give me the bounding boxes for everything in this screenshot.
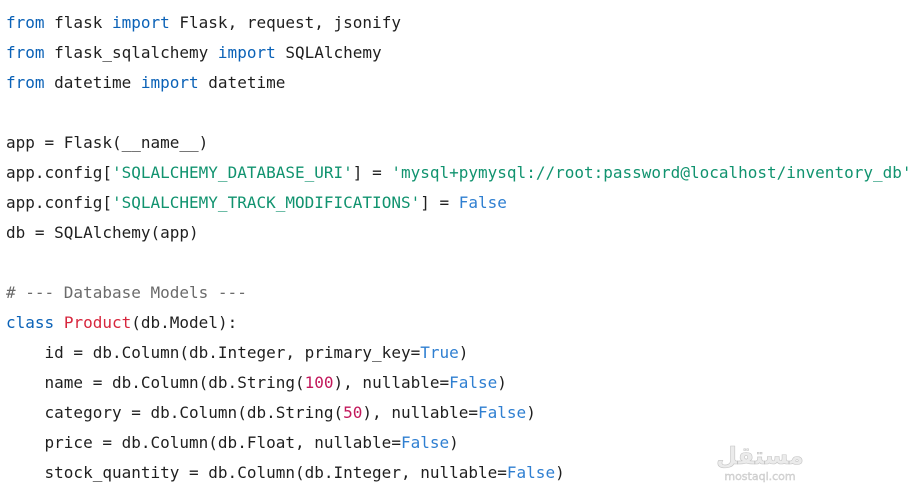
code-line: from flask import Flask, request, jsonif… [6,8,912,38]
code-token-plain: ) [555,463,565,482]
code-token-constant: False [400,433,450,452]
code-line: class Product(db.Model): [6,308,912,338]
code-token-plain: id = db.Column(db.Integer, primary_key= [6,343,421,362]
code-token-keyword: from [6,43,45,62]
code-editor: from flask import Flask, request, jsonif… [0,0,912,496]
code-token-plain: Flask, request, jsonify [169,13,401,32]
code-line: stock_quantity = db.Column(db.Integer, n… [6,458,912,488]
code-token-keyword: from [6,73,45,92]
code-token-number: 50 [343,403,363,422]
code-token-plain: ), nullable= [362,403,479,422]
code-token-keyword: class [6,313,55,332]
code-line: from flask_sqlalchemy import SQLAlchemy [6,38,912,68]
code-token-class: Product [63,313,132,332]
code-line: price = db.Column(db.Float, nullable=Fal… [6,428,912,458]
code-token-plain: (db.Model): [131,313,238,332]
code-line: name = db.Column(db.String(100), nullabl… [6,368,912,398]
code-token-plain: datetime [198,73,286,92]
code-token-keyword: import [111,13,170,32]
code-token-plain: datetime [44,73,141,92]
code-token-plain: app = Flask(__name__) [6,133,209,152]
code-token-plain: app.config[ [6,193,112,212]
code-line: db = SQLAlchemy(app) [6,218,912,248]
code-token-number: 100 [304,373,334,392]
code-token-plain: ), nullable= [333,373,450,392]
code-block: from flask import Flask, request, jsonif… [0,0,912,488]
code-token-keyword: import [140,73,199,92]
code-line: category = db.Column(db.String(50), null… [6,398,912,428]
code-token-plain: category = db.Column(db.String( [6,403,344,422]
code-token-constant: True [420,343,459,362]
code-token-plain: flask [44,13,112,32]
code-token-keyword: from [6,13,45,32]
code-line: id = db.Column(db.Integer, primary_key=T… [6,338,912,368]
code-line: app.config['SQLALCHEMY_TRACK_MODIFICATIO… [6,188,912,218]
code-line: from datetime import datetime [6,68,912,98]
code-token-plain: SQLAlchemy [275,43,382,62]
code-line: # --- Database Models --- [6,278,912,308]
code-token-string: 'mysql+pymysql://root:password@localhost… [391,163,912,182]
code-token-plain: flask_sqlalchemy [44,43,218,62]
code-token-plain: ) [458,343,469,362]
code-token-constant: False [478,403,527,422]
code-line: app.config['SQLALCHEMY_DATABASE_URI'] = … [6,158,912,188]
code-line: app = Flask(__name__) [6,128,912,158]
code-token-string: 'SQLALCHEMY_TRACK_MODIFICATIONS' [111,193,421,212]
code-token-plain: app.config[ [6,163,112,182]
code-token-plain: db = SQLAlchemy(app) [6,223,199,242]
code-token-plain: name = db.Column(db.String( [6,373,305,392]
code-token-constant: False [458,193,507,212]
code-token-constant: False [506,463,556,482]
code-token-string: 'SQLALCHEMY_DATABASE_URI' [111,163,353,182]
code-token-constant: False [449,373,498,392]
code-token-plain: price = db.Column(db.Float, nullable= [6,433,401,452]
code-token-comment: # --- Database Models --- [6,283,247,302]
code-token-plain: ] = [420,193,459,212]
code-token-plain: ) [449,433,459,452]
code-token-plain: ) [526,403,536,422]
code-token-plain: stock_quantity = db.Column(db.Integer, n… [6,463,507,482]
code-token-keyword: import [217,43,276,62]
code-token-plain: ) [497,373,507,392]
code-token-plain: ] = [352,163,392,182]
